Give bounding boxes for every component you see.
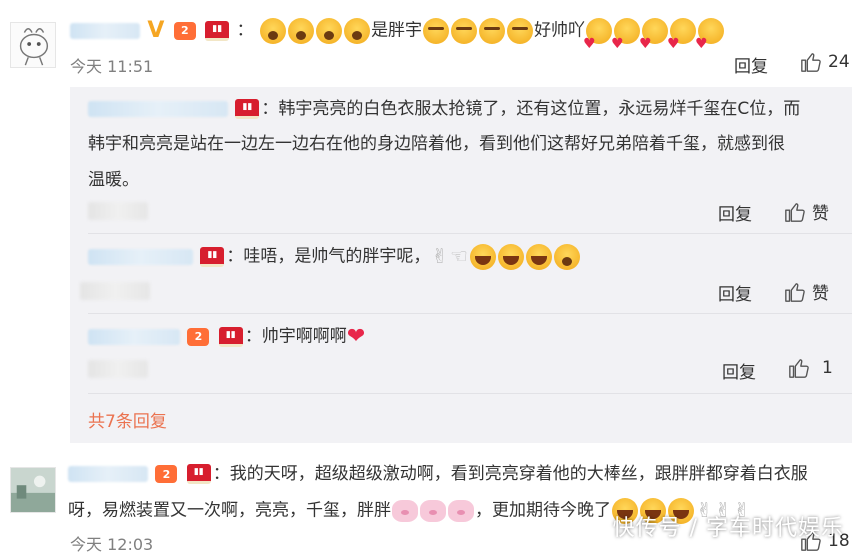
avatar[interactable] <box>10 467 56 513</box>
heart-kiss-emoji-icon <box>583 17 613 63</box>
divider <box>88 233 852 234</box>
pig-emoji-icon <box>448 499 474 522</box>
like-count: 24 <box>828 52 850 72</box>
divider <box>88 393 852 394</box>
reply-line: ▮▮ ：韩宇亮亮的白色衣服太抢镜了，还有这位置，永远易烊千玺在C位，而 <box>88 91 800 128</box>
comment-text: 是胖宇 <box>371 20 423 41</box>
reply-button[interactable]: 回复 <box>722 358 756 383</box>
username-blurred[interactable] <box>88 328 180 345</box>
reply-button[interactable]: 回复 <box>734 52 768 77</box>
comment-text: ，更加期待今晚了 <box>475 500 611 521</box>
more-replies-link[interactable]: 共7条回复 <box>88 407 167 432</box>
vip-badge-icon: ▮▮ <box>218 326 243 347</box>
level-badge-icon: 2 <box>187 327 210 346</box>
heart-kiss-emoji-icon <box>695 17 725 63</box>
reply-text: 温暖。 <box>88 170 139 190</box>
like-button[interactable]: 赞 <box>784 199 829 224</box>
thumbs-up-icon <box>801 53 821 72</box>
reply-line: 2 ▮▮ ：帅宇啊啊啊❤ <box>88 318 365 356</box>
pig-emoji-icon <box>392 499 418 522</box>
shock-emoji-icon <box>316 17 343 44</box>
timestamp-blurred <box>88 202 148 220</box>
comment-text: 呀，易燃装置又一次啊，亮亮，千玺，胖胖 <box>68 500 391 521</box>
timestamp-blurred <box>80 282 150 300</box>
vip-badge-icon: ▮▮ <box>200 246 225 267</box>
reply-text: ：哇唔，是帅气的胖宇呢， <box>226 246 431 267</box>
shock-emoji-icon <box>260 17 287 44</box>
hand-gesture-icon: ☜ <box>450 244 469 268</box>
username-blurred[interactable] <box>70 22 140 39</box>
avatar[interactable] <box>10 22 56 68</box>
comment-line: V 2 ▮▮ ： 是胖宇 好帅吖 <box>70 12 725 63</box>
reply-line: 韩宇和亮亮是站在一边左一边右在他的身边陪着他，看到他们这帮好兄弟陪着千玺，就感到… <box>88 126 785 163</box>
thumbs-up-icon <box>789 359 809 378</box>
vip-badge-icon: ▮▮ <box>186 464 211 484</box>
reply-text: 韩宇和亮亮是站在一边左一边右在他的身边陪着他，看到他们这帮好兄弟陪着千玺，就感到… <box>88 134 785 154</box>
reply-line: ▮▮ ：哇唔，是帅气的胖宇呢，✌ ☜ <box>88 238 581 276</box>
username-blurred[interactable] <box>88 101 228 117</box>
like-label: 赞 <box>812 204 829 224</box>
like-button[interactable]: 1 <box>788 357 833 379</box>
reply-line: 温暖。 <box>88 162 139 199</box>
smug-emoji-icon <box>507 17 534 44</box>
heart-kiss-emoji-icon <box>639 17 669 63</box>
comment-timestamp: 今天 11:51 <box>70 57 154 76</box>
username-blurred[interactable] <box>68 466 148 482</box>
vip-badge-icon: ▮▮ <box>235 99 260 119</box>
grin-emoji-icon <box>470 243 497 270</box>
shock-emoji-icon <box>554 243 581 270</box>
like-button[interactable]: 赞 <box>784 279 829 304</box>
comment-timestamp: 今天 12:03 <box>70 535 154 554</box>
avatar-photo-icon <box>11 468 55 512</box>
shock-emoji-icon <box>344 17 371 44</box>
watermark: 快传号 / 字车时代娱乐 <box>612 516 844 541</box>
reply-button[interactable]: 回复 <box>718 280 752 305</box>
thumbs-up-icon <box>785 202 805 222</box>
comment-text: ：我的天呀，超级超级激动啊，看到亮亮穿着他的大棒丝，跟胖胖都穿着白衣服 <box>212 464 808 484</box>
level-badge-icon: 2 <box>173 21 196 40</box>
smug-emoji-icon <box>451 17 478 44</box>
thumbs-up-icon <box>785 282 805 302</box>
comment-text: 好帅吖 <box>534 20 586 41</box>
heart-icon: ❤ <box>346 324 366 349</box>
avatar-doodle-icon <box>11 23 55 67</box>
colon: ： <box>236 20 254 41</box>
comment-line: 2 ▮▮ ：我的天呀，超级超级激动啊，看到亮亮穿着他的大棒丝，跟胖胖都穿着白衣服 <box>68 456 808 493</box>
level-badge-icon: 2 <box>155 465 178 483</box>
heart-kiss-emoji-icon <box>667 17 697 63</box>
like-count: 1 <box>822 358 833 378</box>
grin-emoji-icon <box>526 243 553 270</box>
like-label: 赞 <box>812 284 829 304</box>
pig-emoji-icon <box>420 499 446 522</box>
divider <box>88 313 852 314</box>
username-blurred[interactable] <box>88 248 193 265</box>
vip-badge-icon: ▮▮ <box>205 20 230 41</box>
like-button[interactable]: 24 <box>800 51 850 73</box>
reply-text: ：韩宇亮亮的白色衣服太抢镜了，还有这位置，永远易烊千玺在C位，而 <box>261 99 801 119</box>
reply-button[interactable]: 回复 <box>718 200 752 225</box>
hand-gesture-icon: ✌ <box>431 244 449 268</box>
shock-emoji-icon <box>288 17 315 44</box>
heart-kiss-emoji-icon <box>611 17 641 63</box>
reply-text: ：帅宇啊啊啊 <box>244 326 347 347</box>
timestamp-blurred <box>88 360 148 378</box>
grin-emoji-icon <box>498 243 525 270</box>
v-verified-icon: V <box>147 18 165 43</box>
smug-emoji-icon <box>479 17 506 44</box>
smug-emoji-icon <box>423 17 450 44</box>
